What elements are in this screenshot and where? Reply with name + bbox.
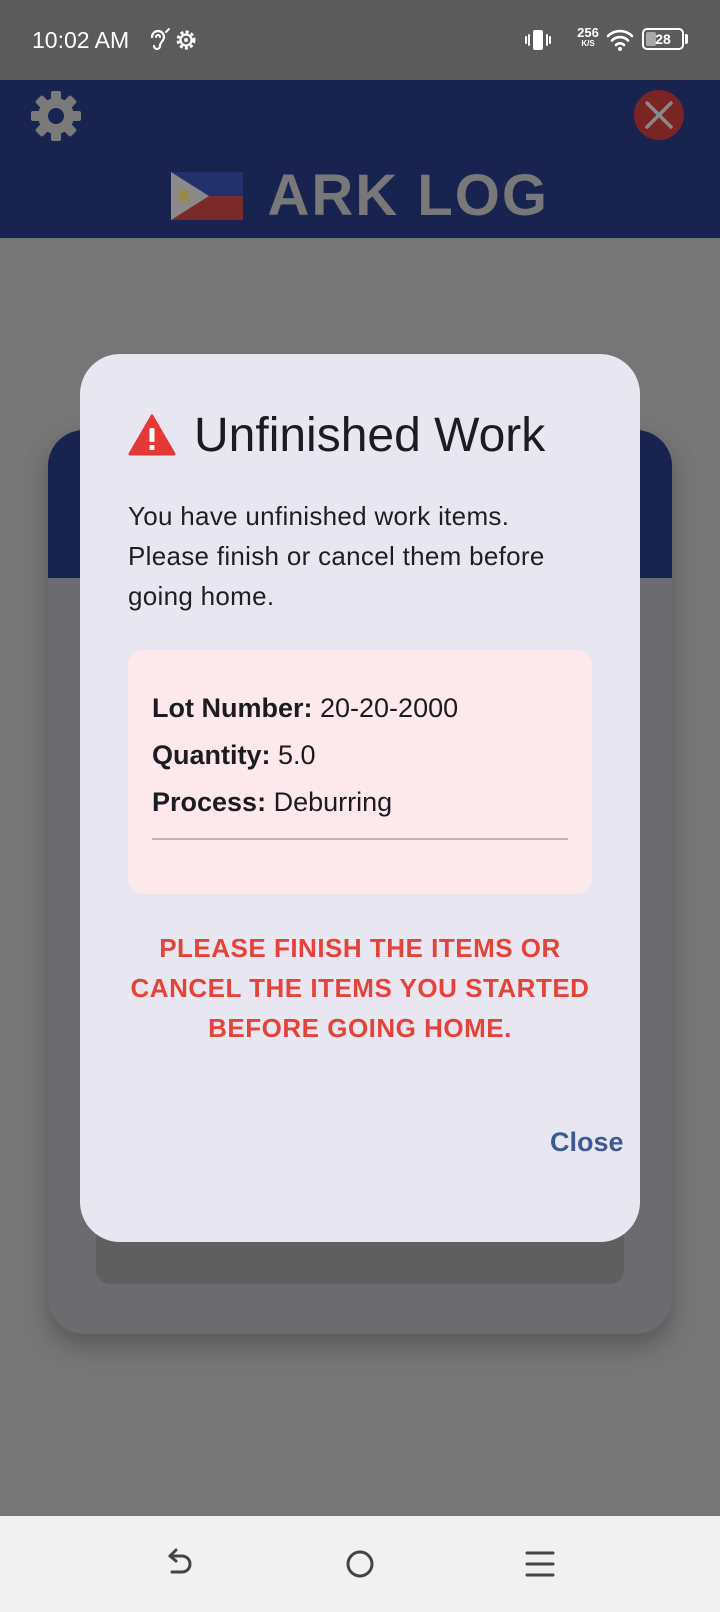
wifi-icon	[606, 26, 634, 54]
quantity-label: Quantity:	[152, 740, 271, 770]
dialog-title: Unfinished Work	[194, 409, 546, 462]
back-button[interactable]	[160, 1544, 200, 1584]
process-value: Deburring	[273, 787, 393, 817]
settings-cog-icon	[172, 26, 200, 54]
status-bar: 10:02 AM 256 K/S 28	[0, 0, 720, 80]
warning-message: PLEASE FINISH THE ITEMS OR CANCEL THE IT…	[130, 933, 590, 1043]
status-time: 10:02 AM	[32, 27, 130, 53]
quantity-value: 5.0	[278, 740, 316, 770]
philippines-flag-icon	[171, 171, 244, 220]
home-button[interactable]	[340, 1544, 380, 1584]
gear-icon	[31, 91, 81, 141]
hearing-icon	[144, 26, 172, 54]
unfinished-work-dialog: Unfinished Work You have unfinished work…	[80, 354, 640, 1242]
navigation-bar	[0, 1516, 720, 1612]
warning-icon	[128, 414, 176, 456]
network-speed: 256 K/S	[574, 26, 602, 48]
quantity-row: Quantity: 5.0	[152, 737, 316, 773]
vibrate-icon	[524, 26, 552, 54]
battery-icon: 28	[642, 28, 684, 50]
lot-number-value: 20-20-2000	[320, 693, 459, 723]
battery-tip	[685, 34, 688, 44]
divider	[152, 838, 568, 840]
dialog-message: You have unfinished work items. Please f…	[128, 501, 545, 611]
close-button[interactable]: Close	[550, 1122, 650, 1157]
close-button-label: Close	[550, 1127, 624, 1157]
battery-percent: 28	[655, 31, 671, 47]
menu-icon	[525, 1551, 555, 1577]
work-item-card: Lot Number: 20-20-2000 Quantity: 5.0 Pro…	[128, 650, 592, 894]
lot-number-row: Lot Number: 20-20-2000	[152, 690, 458, 726]
app-title: ARK LOG	[267, 163, 549, 228]
lot-number-label: Lot Number:	[152, 693, 313, 723]
home-icon	[346, 1550, 374, 1578]
process-label: Process:	[152, 787, 267, 817]
network-speed-unit: K/S	[581, 39, 595, 48]
network-speed-value: 256	[577, 25, 599, 40]
app-header: ARK LOG	[0, 80, 720, 238]
close-app-button[interactable]	[634, 90, 684, 140]
back-icon	[168, 1548, 192, 1574]
close-icon	[645, 101, 673, 129]
menu-button[interactable]	[520, 1544, 560, 1584]
header-title-row: ARK LOG	[0, 162, 720, 228]
settings-button[interactable]	[28, 88, 84, 144]
process-row: Process: Deburring	[152, 784, 392, 820]
